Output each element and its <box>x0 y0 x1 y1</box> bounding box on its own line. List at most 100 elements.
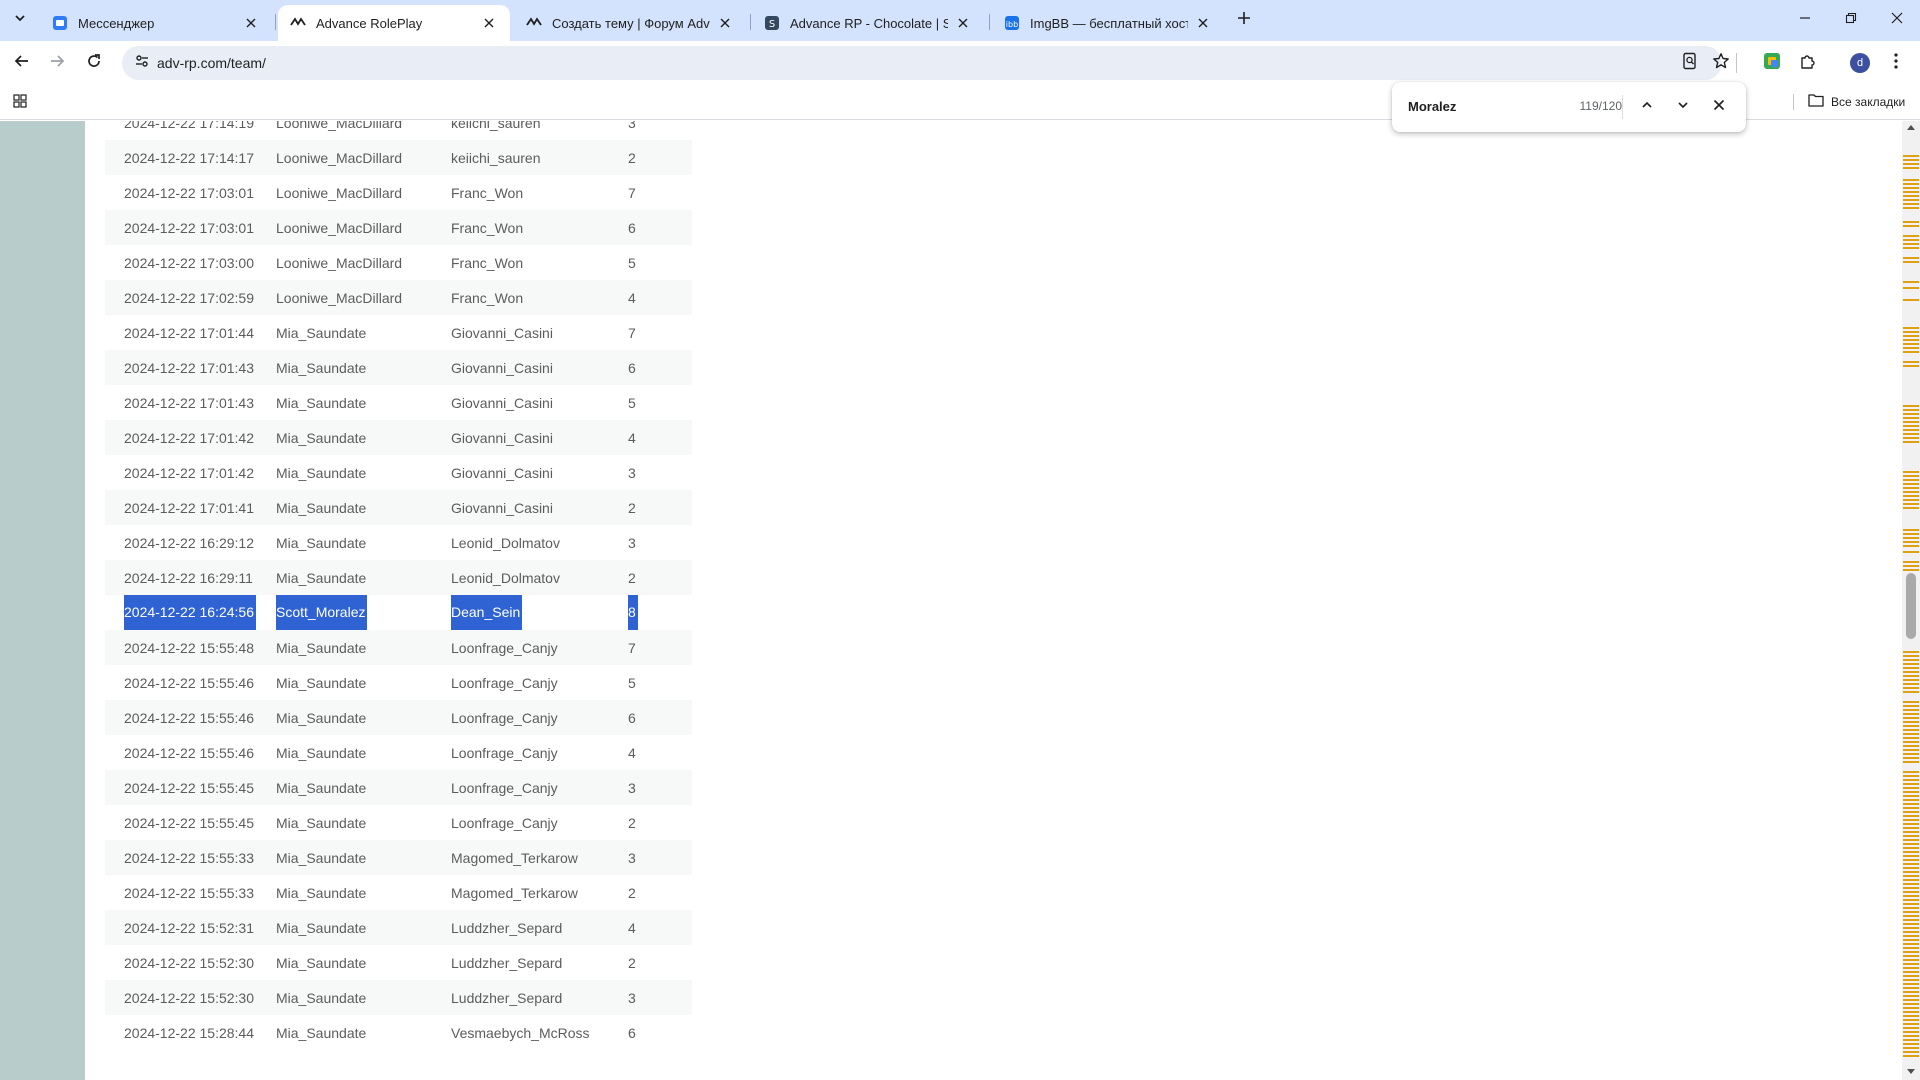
all-bookmarks-button[interactable]: Все закладки <box>1808 92 1905 112</box>
cell-level: 6 <box>628 1015 692 1050</box>
profile-avatar[interactable]: d <box>1850 53 1870 73</box>
cell-date: 2024-12-22 15:55:45 <box>105 770 276 805</box>
cell-admin: Mia_Saundate <box>276 490 451 525</box>
imgbb-icon: ibb <box>1004 15 1020 31</box>
cell-player: keiichi_sauren <box>451 121 628 140</box>
find-next-button[interactable] <box>1671 95 1695 119</box>
cell-level: 7 <box>628 315 692 350</box>
close-tab-icon[interactable] <box>242 14 260 32</box>
find-marker <box>1903 413 1919 415</box>
cell-player-text: Loonfrage_Canjy <box>451 639 558 656</box>
restore-button[interactable] <box>1828 0 1873 40</box>
cell-player: Franc_Won <box>451 210 628 245</box>
tab-imgbb[interactable]: ibb ImgBB — бесплатный хостинг <box>992 5 1224 41</box>
scrollbar-thumb[interactable] <box>1906 573 1916 639</box>
find-marker <box>1903 659 1919 661</box>
tab-advance-chocolate[interactable]: S Advance RP - Chocolate | SAMP <box>752 5 984 41</box>
cell-player: keiichi_sauren <box>451 140 628 175</box>
cell-level: 3 <box>628 455 692 490</box>
cell-player: Franc_Won <box>451 245 628 280</box>
bookmark-star-button[interactable] <box>1709 51 1733 75</box>
find-marker <box>1903 247 1919 249</box>
find-in-page-indicator[interactable] <box>1678 51 1702 75</box>
find-marker <box>1903 339 1919 341</box>
cell-level-text: 2 <box>628 884 636 901</box>
table-row: 2024-12-22 15:55:46 Mia_Saundate Loonfrage… <box>105 735 692 770</box>
tab-search-button[interactable] <box>8 8 32 32</box>
find-marker <box>1903 351 1919 353</box>
find-marker <box>1903 903 1919 905</box>
find-marker <box>1903 725 1919 727</box>
find-marker <box>1903 807 1919 809</box>
site-info-button[interactable] <box>130 51 154 75</box>
url-text[interactable]: adv-rp.com/team/ <box>157 55 266 71</box>
find-marker <box>1903 947 1919 949</box>
find-marker <box>1903 831 1919 833</box>
tab-create-topic[interactable]: Создать тему | Форум Advance <box>514 5 746 41</box>
cell-level-text: 4 <box>628 289 636 306</box>
cell-player: Luddzher_Separd <box>451 980 628 1015</box>
minimize-button[interactable] <box>1782 0 1827 40</box>
address-bar[interactable]: adv-rp.com/team/ <box>122 46 1729 80</box>
close-window-button[interactable] <box>1874 0 1919 40</box>
new-tab-button[interactable] <box>1232 8 1256 32</box>
find-marker <box>1903 409 1919 411</box>
find-input[interactable]: Moralez <box>1408 99 1456 114</box>
find-marker <box>1903 733 1919 735</box>
apps-button[interactable] <box>10 93 30 113</box>
close-tab-icon[interactable] <box>480 14 498 32</box>
cell-admin: Looniwe_MacDillard <box>276 280 451 315</box>
find-marker <box>1903 683 1919 685</box>
close-tab-icon[interactable] <box>954 14 972 32</box>
extension-button[interactable] <box>1760 51 1784 75</box>
cell-admin: Mia_Saundate <box>276 560 451 595</box>
cell-admin: Mia_Saundate <box>276 455 451 490</box>
close-tab-icon[interactable] <box>1194 14 1212 32</box>
vertical-scrollbar[interactable] <box>1902 121 1920 1080</box>
cell-level: 3 <box>628 121 692 140</box>
find-marker <box>1903 775 1919 777</box>
cell-player-text: Loonfrage_Canjy <box>451 779 558 796</box>
menu-button[interactable] <box>1884 51 1908 75</box>
tab-advance-roleplay[interactable]: Advance RolePlay <box>278 5 510 41</box>
cell-admin-text: Mia_Saundate <box>276 394 367 411</box>
back-button[interactable] <box>10 51 34 75</box>
cell-level-text: 4 <box>628 429 636 446</box>
scroll-up-arrow-icon[interactable] <box>1907 125 1915 130</box>
cell-player-text: Franc_Won <box>451 254 524 271</box>
cell-admin-text: Looniwe_MacDillard <box>276 121 403 131</box>
find-marker <box>1903 183 1919 185</box>
cell-admin-text: Looniwe_MacDillard <box>276 289 403 306</box>
find-marker <box>1903 187 1919 189</box>
extensions-button[interactable] <box>1796 51 1820 75</box>
cell-player: Loonfrage_Canjy <box>451 700 628 735</box>
cell-player-text: Loonfrage_Canjy <box>451 744 558 761</box>
forward-button[interactable] <box>45 51 69 75</box>
cell-date: 2024-12-22 15:52:31 <box>105 910 276 945</box>
find-marker <box>1903 919 1919 921</box>
tab-separator <box>275 14 276 30</box>
svg-text:S: S <box>769 19 775 30</box>
cell-admin: Mia_Saundate <box>276 665 451 700</box>
find-marker <box>1903 971 1919 973</box>
close-tab-icon[interactable] <box>716 14 734 32</box>
reload-button[interactable] <box>82 51 106 75</box>
tab-messenger[interactable]: Мессенджер <box>40 5 272 41</box>
cell-level-text: 3 <box>628 989 636 1006</box>
cell-level-text: 3 <box>628 464 636 481</box>
cell-date-text: 2024-12-22 15:52:30 <box>124 954 254 971</box>
find-marker <box>1903 655 1919 657</box>
find-previous-button[interactable] <box>1635 95 1659 119</box>
cell-level: 7 <box>628 175 692 210</box>
scroll-down-arrow-icon[interactable] <box>1907 1069 1915 1074</box>
cell-admin-text: Looniwe_MacDillard <box>276 149 403 166</box>
cell-admin-text: Mia_Saundate <box>276 849 367 866</box>
cell-date-text: 2024-12-22 15:55:45 <box>124 779 254 796</box>
cell-date-text: 2024-12-22 15:55:48 <box>124 639 254 656</box>
find-marker <box>1903 1019 1919 1021</box>
find-bar: Moralez 119/120 <box>1392 82 1746 132</box>
cell-level: 3 <box>628 525 692 560</box>
find-marker <box>1903 1007 1919 1009</box>
find-close-button[interactable] <box>1707 95 1731 119</box>
cell-admin: Mia_Saundate <box>276 1015 451 1050</box>
